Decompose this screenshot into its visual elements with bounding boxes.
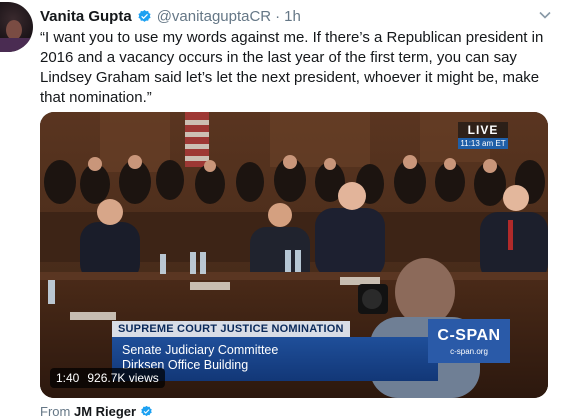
video-views: 926.7K views (87, 371, 159, 385)
video-stats-pill: 1:40 926.7K views (50, 368, 165, 388)
cspan-logo-text: C-SPAN (437, 327, 501, 344)
lower-third-headline: SUPREME COURT JUSTICE NOMINATION (112, 321, 350, 337)
live-label: LIVE (458, 122, 508, 138)
attribution-from-label: From (40, 404, 71, 419)
tweet-header: Vanita Gupta @vanitaguptaCR · 1h (40, 6, 301, 26)
author-handle[interactable]: @vanitaguptaCR (157, 8, 271, 25)
verified-badge-icon (138, 9, 151, 22)
tweet-timestamp[interactable]: 1h (284, 8, 301, 25)
cspan-logo: C-SPAN c-span.org (428, 319, 510, 363)
chevron-down-icon[interactable] (538, 8, 552, 22)
avatar-face (6, 20, 22, 40)
attribution-source-name[interactable]: JM Rieger (74, 404, 136, 419)
lower-third-line2: Dirksen Office Building (122, 358, 249, 372)
tweet-text: “I want you to use my words against me. … (40, 29, 544, 106)
verified-badge-icon (140, 405, 152, 417)
header-separator: · (275, 7, 281, 25)
video-duration: 1:40 (56, 371, 80, 385)
cspan-url: c-span.org (450, 347, 488, 356)
video-player[interactable]: LIVE 11:13 am ET SUPREME COURT JUSTICE N… (40, 112, 548, 398)
live-time: 11:13 am ET (458, 138, 508, 149)
live-badge: LIVE 11:13 am ET (458, 122, 508, 149)
avatar-shirt (0, 38, 33, 52)
media-attribution: From JM Rieger (40, 404, 153, 419)
lower-third-line1: Senate Judiciary Committee (122, 343, 279, 357)
author-avatar[interactable] (0, 2, 33, 52)
author-name[interactable]: Vanita Gupta (40, 8, 132, 25)
lower-third-caption: SUPREME COURT JUSTICE NOMINATION Senate … (112, 319, 516, 381)
